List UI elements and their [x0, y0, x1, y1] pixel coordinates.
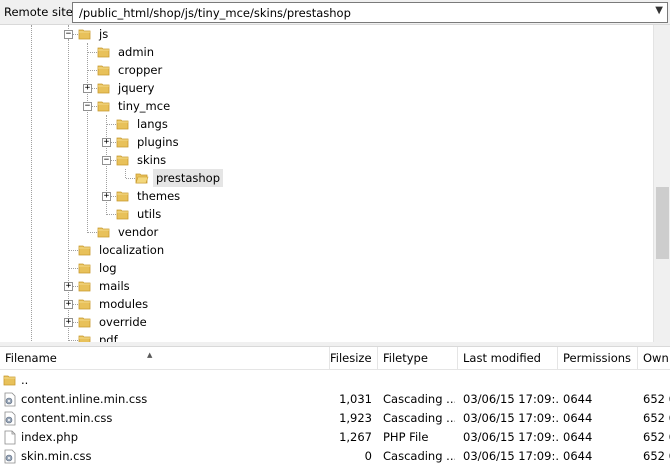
folder-icon [116, 137, 129, 148]
expand-toggle-override[interactable]: + [64, 318, 73, 327]
tree-item-label[interactable]: plugins [134, 133, 182, 151]
folder-open-icon [135, 173, 149, 184]
file-name: index.php [21, 430, 79, 444]
folder-icon [78, 263, 91, 274]
folder-icon [97, 101, 110, 112]
folder-icon [97, 47, 110, 58]
file-row[interactable]: skin.min.css 0 Cascading ... 03/06/15 17… [0, 447, 670, 466]
file-name: content.inline.min.css [21, 392, 148, 406]
expand-toggle-plugins[interactable]: + [102, 138, 111, 147]
file-row[interactable]: content.inline.min.css 1,031 Cascading .… [0, 390, 670, 409]
file-permissions: 0644 [563, 392, 593, 406]
column-header-last-modified[interactable]: Last modified [458, 347, 558, 370]
tree-item-label[interactable]: langs [134, 115, 171, 133]
tree-item-label[interactable]: pdf [96, 331, 121, 342]
tree-item-label[interactable]: jquery [115, 79, 157, 97]
file-size: 0 [364, 449, 372, 463]
file-row[interactable]: index.php 1,267 PHP File 03/06/15 17:09:… [0, 428, 670, 447]
file-type: Cascading ... [383, 392, 455, 406]
css-file-icon [4, 449, 16, 464]
folder-icon [97, 227, 110, 238]
sort-ascending-icon: ▲ [147, 351, 153, 359]
tree-item-label[interactable]: mails [96, 277, 133, 295]
tree-item-label[interactable]: skins [134, 151, 169, 169]
folder-icon [116, 119, 129, 130]
tree-item-label[interactable]: vendor [115, 223, 161, 241]
folder-icon [78, 335, 91, 342]
folder-icon [78, 29, 91, 40]
tree-item-label[interactable]: tiny_mce [115, 97, 173, 115]
tree-item-label[interactable]: override [96, 313, 150, 331]
column-header-filetype[interactable]: Filetype [378, 347, 458, 370]
tree-scrollbar[interactable] [653, 25, 670, 342]
folder-icon [97, 65, 110, 76]
remote-site-bar: Remote site: /public_html/shop/js/tiny_m… [0, 0, 670, 24]
remote-site-label: Remote site: [4, 5, 77, 19]
file-permissions: 0644 [563, 449, 593, 463]
remote-site-path-value[interactable]: /public_html/shop/js/tiny_mce/skins/pres… [79, 6, 351, 20]
column-header-filesize[interactable]: Filesize [330, 347, 378, 370]
remote-site-path-combo[interactable]: /public_html/shop/js/tiny_mce/skins/pres… [72, 2, 668, 23]
tree-item-label[interactable]: localization [96, 241, 167, 259]
file-type: Cascading ... [383, 449, 455, 463]
tree-scrollbar-thumb[interactable] [656, 187, 669, 259]
column-header-permissions[interactable]: Permissions [558, 347, 638, 370]
file-list-header: ▲ Filename Filesize Filetype Last modifi… [0, 347, 670, 370]
file-name: skin.min.css [21, 449, 92, 463]
folder-icon [116, 209, 129, 220]
chevron-down-icon[interactable]: ▼ [655, 5, 663, 16]
tree-item-label[interactable]: themes [134, 187, 183, 205]
folder-icon [78, 245, 91, 256]
file-owner: 652 6 [643, 411, 670, 425]
folder-icon [78, 281, 91, 292]
folder-icon [78, 317, 91, 328]
collapse-toggle-js[interactable]: − [64, 30, 73, 39]
expand-toggle-themes[interactable]: + [102, 192, 111, 201]
css-file-icon [4, 392, 16, 407]
tree-item-label[interactable]: js [96, 25, 111, 43]
file-modified: 03/06/15 17:09:... [463, 449, 558, 463]
file-permissions: 0644 [563, 411, 593, 425]
file-size: 1,031 [339, 392, 372, 406]
file-name: content.min.css [21, 411, 113, 425]
column-header-owner[interactable]: Own [638, 347, 670, 370]
collapse-toggle-skins[interactable]: − [102, 156, 111, 165]
file-permissions: 0644 [563, 430, 593, 444]
file-row[interactable]: content.min.css 1,923 Cascading ... 03/0… [0, 409, 670, 428]
file-owner: 652 6 [643, 449, 670, 463]
file-size: 1,923 [339, 411, 372, 425]
folder-icon [78, 299, 91, 310]
collapse-toggle-tiny-mce[interactable]: − [83, 102, 92, 111]
expand-toggle-mails[interactable]: + [64, 282, 73, 291]
tree-item-label[interactable]: admin [115, 43, 157, 61]
tree-item-label[interactable]: cropper [115, 61, 165, 79]
tree-item-label[interactable]: prestashop [153, 169, 224, 187]
file-name: .. [21, 373, 29, 387]
file-type: PHP File [383, 430, 429, 444]
folder-icon [3, 375, 16, 386]
file-modified: 03/06/15 17:09:... [463, 430, 558, 444]
expand-toggle-modules[interactable]: + [64, 300, 73, 309]
tree-item-label[interactable]: log [96, 259, 120, 277]
css-file-icon [4, 411, 16, 426]
tree-item-label[interactable]: modules [96, 295, 151, 313]
folder-icon [97, 83, 110, 94]
expand-toggle-jquery[interactable]: + [83, 84, 92, 93]
folder-icon [116, 155, 129, 166]
file-type: Cascading ... [383, 411, 455, 425]
file-owner: 652 6 [643, 430, 670, 444]
remote-file-list[interactable]: ▲ Filename Filesize Filetype Last modifi… [0, 346, 670, 474]
file-owner: 652 6 [643, 392, 670, 406]
folder-icon [116, 191, 129, 202]
file-size: 1,267 [339, 430, 372, 444]
php-file-icon [4, 430, 16, 445]
file-row-parent[interactable]: .. [0, 371, 670, 390]
tree-item-label[interactable]: utils [134, 205, 164, 223]
file-modified: 03/06/15 17:09:... [463, 411, 558, 425]
remote-directory-tree[interactable]: − + − + − + + + + js admin cropper jquer… [0, 24, 670, 342]
file-modified: 03/06/15 17:09:... [463, 392, 558, 406]
column-header-filename[interactable]: ▲ Filename [0, 347, 330, 370]
